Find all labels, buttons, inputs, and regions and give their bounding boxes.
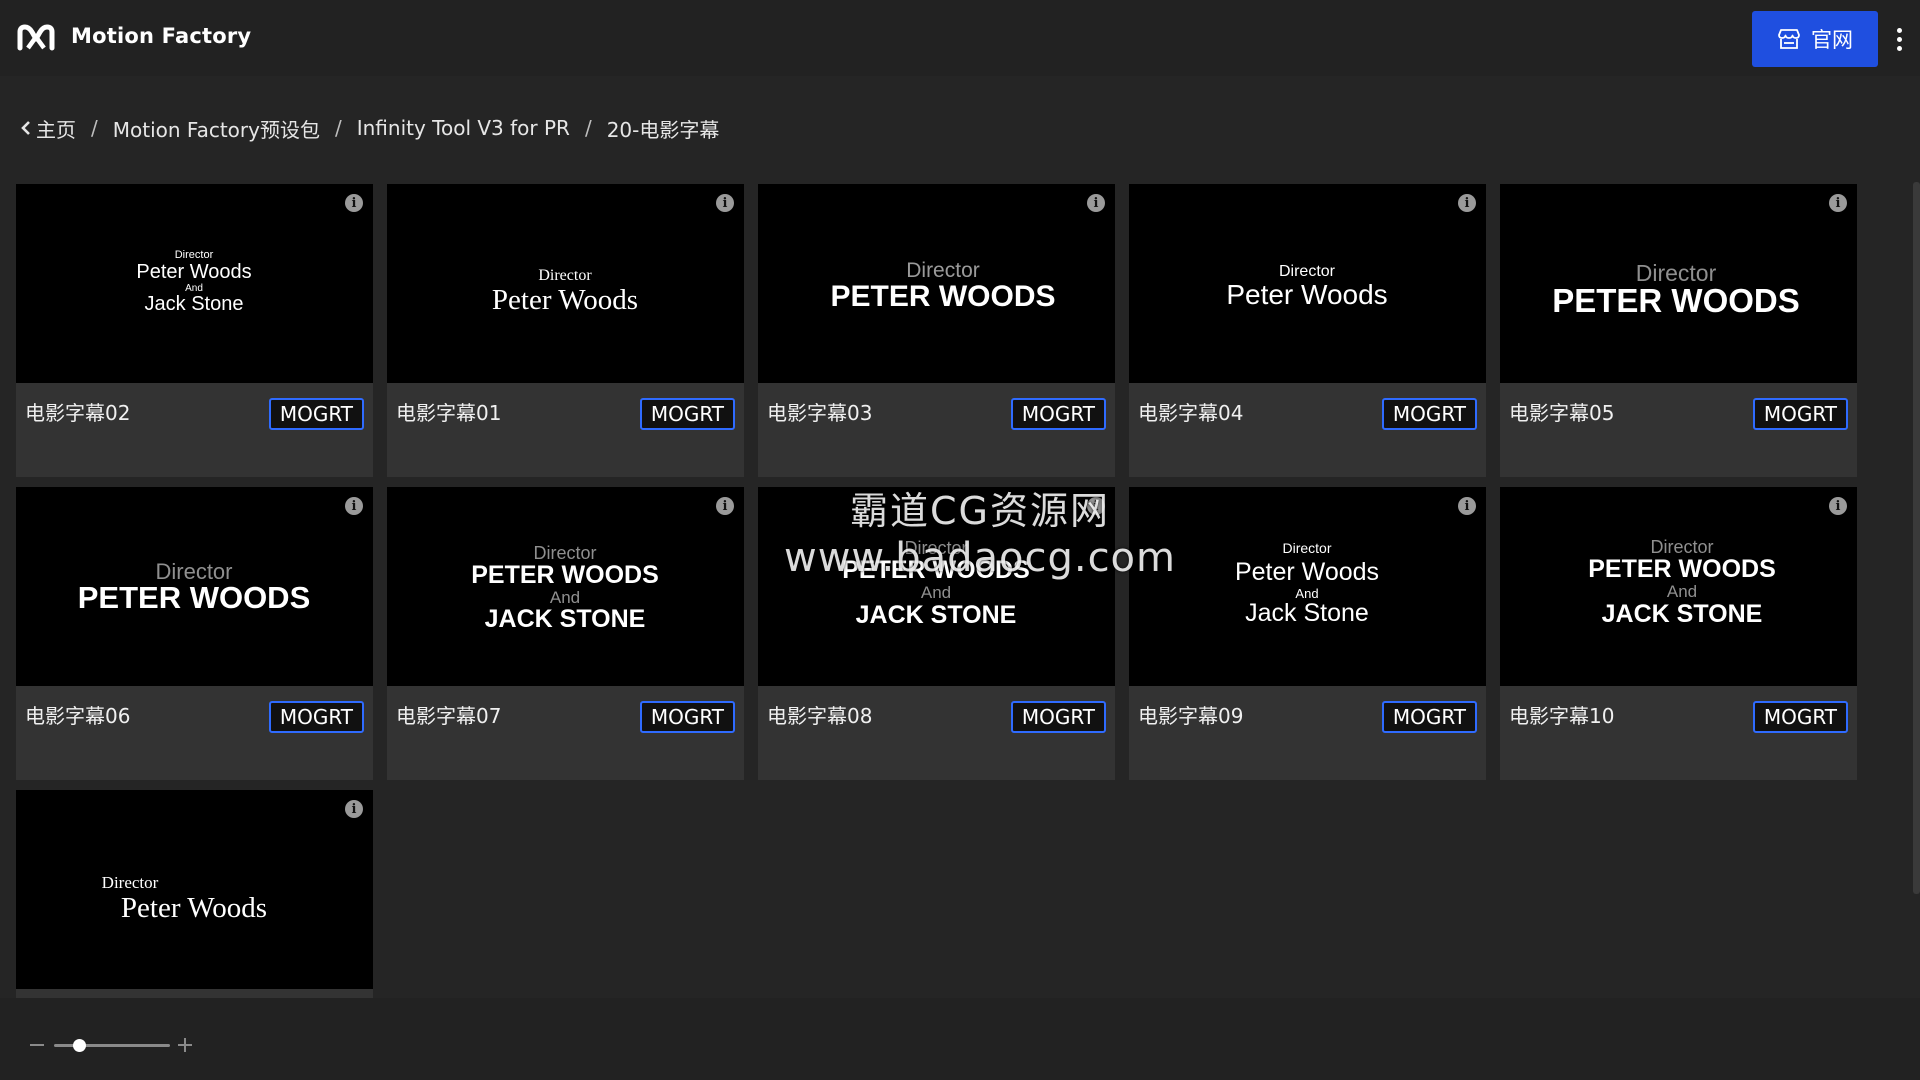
thumb-text: Jack Stone bbox=[145, 293, 244, 315]
mogrt-button[interactable]: MOGRT bbox=[1752, 701, 1848, 733]
thumb-text: PETER WOODS bbox=[1552, 282, 1800, 319]
watermark-line: 霸道CG资源网 bbox=[850, 489, 1110, 533]
mogrt-button[interactable]: MOGRT bbox=[1010, 398, 1106, 430]
thumb-text: Director bbox=[533, 543, 596, 563]
info-icon[interactable]: i bbox=[1458, 497, 1476, 515]
mogrt-button[interactable]: MOGRT bbox=[268, 701, 364, 733]
thumb-text: Director bbox=[102, 873, 159, 892]
breadcrumb-preset-pack[interactable]: Motion Factory预设包 bbox=[113, 114, 320, 143]
thumb-text: Director bbox=[175, 249, 214, 261]
preset-title: 电影字幕05 bbox=[1509, 401, 1615, 425]
preset-card[interactable]: Director PETER WOODS i 电影字幕06 MOGRT bbox=[16, 487, 373, 780]
thumb-text: JACK STONE bbox=[485, 605, 646, 633]
preset-card[interactable]: Director Peter Woods i 电影字幕04 MOGRT bbox=[1129, 184, 1486, 477]
thumb-text: Peter Woods bbox=[1235, 558, 1379, 586]
thumb-text: PETER WOODS bbox=[78, 580, 311, 615]
thumb-text: JACK STONE bbox=[1602, 600, 1763, 628]
zoom-in-icon[interactable] bbox=[178, 1038, 192, 1052]
preset-card[interactable]: Director PETER WOODS i 电影字幕03 MOGRT bbox=[758, 184, 1115, 477]
thumb-text: Director bbox=[538, 267, 592, 284]
preset-title: 电影字幕04 bbox=[1138, 401, 1244, 425]
preset-title: 电影字幕06 bbox=[25, 704, 131, 728]
thumb-text: Peter Woods bbox=[492, 284, 638, 316]
zoom-slider-handle[interactable] bbox=[73, 1039, 86, 1052]
mogrt-button[interactable]: MOGRT bbox=[1381, 701, 1477, 733]
watermark: 霸道CG资源网 www.badaocg.com bbox=[760, 488, 1200, 582]
official-site-button[interactable]: 官网 bbox=[1752, 11, 1878, 67]
thumb-text: Director bbox=[1282, 540, 1331, 556]
thumb-text: Director bbox=[1650, 537, 1713, 557]
info-icon[interactable]: i bbox=[716, 194, 734, 212]
preset-card[interactable]: Director PETER WOODS And JACK STONE i 电影… bbox=[387, 487, 744, 780]
breadcrumb-home[interactable]: 主页 bbox=[36, 114, 76, 143]
preset-title: 电影字幕09 bbox=[1138, 704, 1244, 728]
thumb-text: Jack Stone bbox=[1245, 599, 1369, 627]
app-window: Motion Factory 官网 主页 / Motion Factory预设包… bbox=[0, 0, 1920, 1080]
preset-thumbnail: Director PETER WOODS i bbox=[16, 487, 373, 686]
mogrt-button[interactable]: MOGRT bbox=[639, 398, 735, 430]
motion-factory-logo-icon bbox=[17, 24, 55, 51]
zoom-slider-track[interactable] bbox=[54, 1044, 170, 1047]
store-icon bbox=[1778, 29, 1800, 49]
preset-thumbnail: Director Peter Woods i bbox=[387, 184, 744, 383]
bottom-bar bbox=[0, 998, 1920, 1080]
preset-card[interactable]: Director PETER WOODS i 电影字幕05 MOGRT bbox=[1500, 184, 1857, 477]
preset-thumbnail: Director PETER WOODS And JACK STONE i bbox=[387, 487, 744, 686]
zoom-out-icon[interactable] bbox=[30, 1044, 44, 1046]
info-icon[interactable]: i bbox=[1458, 194, 1476, 212]
preset-card[interactable]: Director Peter Woods i 电影字幕01 MOGRT bbox=[387, 184, 744, 477]
breadcrumb-separator: / bbox=[334, 116, 342, 140]
info-icon[interactable]: i bbox=[345, 497, 363, 515]
preset-title: 电影字幕01 bbox=[396, 401, 502, 425]
thumb-text: PETER WOODS bbox=[1588, 555, 1776, 583]
breadcrumb-separator: / bbox=[91, 116, 98, 140]
thumb-text: Director bbox=[906, 259, 980, 282]
official-site-label: 官网 bbox=[1811, 28, 1853, 52]
mogrt-button[interactable]: MOGRT bbox=[1752, 398, 1848, 430]
thumb-text: Peter Woods bbox=[1226, 279, 1387, 310]
vertical-scrollbar[interactable] bbox=[1913, 182, 1920, 894]
preset-thumbnail: Director Peter Woods i bbox=[1129, 184, 1486, 383]
mogrt-button[interactable]: MOGRT bbox=[1381, 398, 1477, 430]
preset-thumbnail: Director PETER WOODS i bbox=[758, 184, 1115, 383]
thumb-text: PETER WOODS bbox=[830, 280, 1055, 313]
breadcrumb-infinity-tool[interactable]: Infinity Tool V3 for PR bbox=[357, 116, 570, 140]
info-icon[interactable]: i bbox=[1087, 194, 1105, 212]
mogrt-button[interactable]: MOGRT bbox=[268, 398, 364, 430]
preset-title: 电影字幕08 bbox=[767, 704, 873, 728]
thumb-text: And bbox=[1667, 582, 1697, 601]
thumb-text: Peter Woods bbox=[136, 261, 251, 283]
thumb-text: JACK STONE bbox=[856, 601, 1017, 629]
preset-title: 电影字幕02 bbox=[25, 401, 131, 425]
info-icon[interactable]: i bbox=[345, 194, 363, 212]
preset-title: 电影字幕10 bbox=[1509, 704, 1615, 728]
thumb-text: PETER WOODS bbox=[471, 561, 659, 589]
info-icon[interactable]: i bbox=[1829, 497, 1847, 515]
info-icon[interactable]: i bbox=[1829, 194, 1847, 212]
mogrt-button[interactable]: MOGRT bbox=[1010, 701, 1106, 733]
breadcrumb-separator: / bbox=[584, 116, 592, 140]
preset-card[interactable]: Director PETER WOODS And JACK STONE i 电影… bbox=[1500, 487, 1857, 780]
preset-thumbnail: Director PETER WOODS And JACK STONE i bbox=[1500, 487, 1857, 686]
breadcrumb: 主页 / Motion Factory预设包 / Infinity Tool V… bbox=[20, 113, 719, 143]
more-vertical-icon[interactable] bbox=[1888, 24, 1910, 54]
preset-grid: Director Peter Woods And Jack Stone i 电影… bbox=[16, 184, 1896, 1080]
thumb-text: And bbox=[921, 583, 951, 602]
breadcrumb-current-folder: 20-电影字幕 bbox=[606, 117, 720, 142]
preset-thumbnail: Director Peter Woods And Jack Stone i bbox=[16, 184, 373, 383]
thumb-text: Director bbox=[1279, 263, 1336, 280]
preset-card[interactable]: Director Peter Woods And Jack Stone i 电影… bbox=[16, 184, 373, 477]
chevron-left-icon[interactable] bbox=[20, 120, 32, 136]
preset-thumbnail: Director Peter Woods i bbox=[16, 790, 373, 989]
thumb-text: Peter Woods bbox=[121, 892, 267, 924]
mogrt-button[interactable]: MOGRT bbox=[639, 701, 735, 733]
top-header: Motion Factory 官网 bbox=[0, 0, 1920, 76]
info-icon[interactable]: i bbox=[345, 800, 363, 818]
preset-title: 电影字幕03 bbox=[767, 401, 873, 425]
preset-title: 电影字幕07 bbox=[396, 704, 502, 728]
app-title: Motion Factory bbox=[71, 24, 252, 48]
watermark-line: www.badaocg.com bbox=[784, 535, 1176, 581]
info-icon[interactable]: i bbox=[716, 497, 734, 515]
preset-thumbnail: Director PETER WOODS i bbox=[1500, 184, 1857, 383]
